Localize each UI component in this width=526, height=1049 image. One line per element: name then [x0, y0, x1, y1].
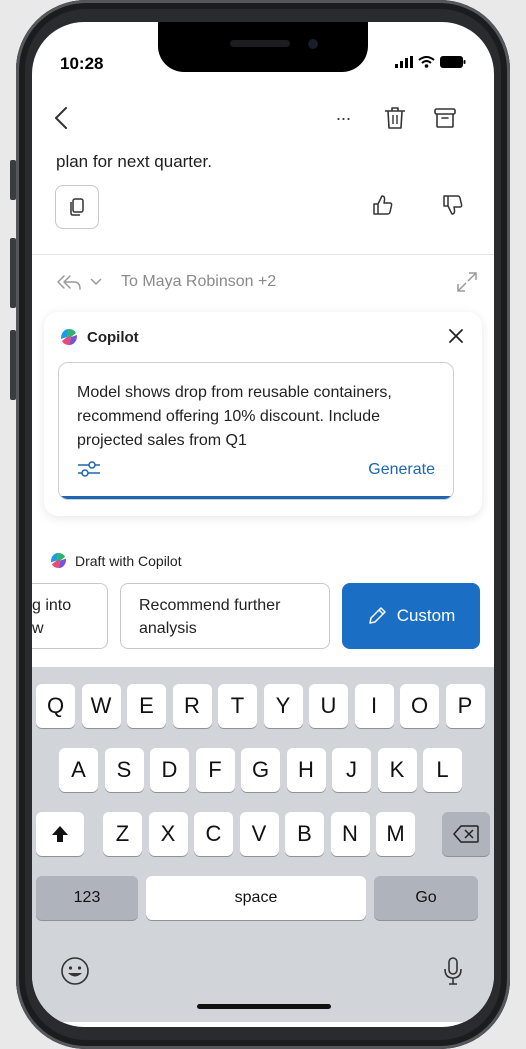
key-r[interactable]: R — [172, 684, 212, 728]
thumbs-down-icon — [443, 195, 463, 215]
wifi-icon — [418, 56, 435, 68]
toolbar: ··· — [32, 98, 494, 138]
keyboard: QWERTYUIOP ASDFGHJKL ZXCVBNM 123 space G… — [32, 667, 494, 1022]
key-t[interactable]: T — [218, 684, 257, 728]
shift-icon — [52, 826, 68, 842]
chevron-down-icon — [90, 278, 102, 286]
microphone-icon — [444, 957, 462, 985]
more-button[interactable]: ··· — [328, 98, 358, 138]
emoji-icon — [61, 957, 89, 985]
copilot-prompt-input[interactable]: Model shows drop from reusable container… — [58, 362, 454, 500]
expand-button[interactable] — [456, 271, 478, 298]
copilot-title: Copilot — [87, 328, 139, 346]
archive-icon — [434, 108, 456, 128]
signal-icon — [395, 56, 413, 68]
close-button[interactable] — [444, 324, 468, 348]
key-f[interactable]: F — [195, 748, 235, 792]
reply-all-icon — [57, 275, 81, 290]
generate-button[interactable]: Generate — [368, 461, 435, 479]
copilot-prompt-text[interactable]: Model shows drop from reusable container… — [77, 381, 447, 453]
chip-recommend-analysis[interactable]: Recommend further analysis — [120, 583, 330, 649]
key-m[interactable]: M — [376, 812, 415, 856]
key-q[interactable]: Q — [36, 684, 75, 728]
key-y[interactable]: Y — [263, 684, 303, 728]
chip-partial-line2: w — [32, 620, 44, 637]
archive-button[interactable] — [428, 98, 462, 138]
key-e[interactable]: E — [127, 684, 166, 728]
key-h[interactable]: H — [286, 748, 326, 792]
trash-icon — [385, 107, 405, 129]
key-v[interactable]: V — [239, 812, 279, 856]
key-j[interactable]: J — [332, 748, 371, 792]
key-p[interactable]: P — [445, 684, 485, 728]
key-z[interactable]: Z — [103, 812, 142, 856]
notch — [158, 22, 368, 72]
suggestion-chips: g into w Recommend further analysis Cust… — [32, 583, 494, 651]
delete-button[interactable] — [378, 98, 412, 138]
chip-partial-line1: g into — [32, 597, 72, 614]
key-l[interactable]: L — [423, 748, 462, 792]
key-o[interactable]: O — [400, 684, 439, 728]
key-g[interactable]: G — [241, 748, 280, 792]
numbers-key[interactable]: 123 — [36, 876, 138, 920]
backspace-icon — [453, 825, 479, 843]
chip-recommend-analysis-label: Recommend further analysis — [139, 597, 281, 637]
draft-header: Draft with Copilot — [50, 552, 182, 569]
thumbs-up-button[interactable] — [372, 194, 394, 221]
chevron-left-icon — [55, 107, 67, 129]
key-d[interactable]: D — [150, 748, 189, 792]
key-u[interactable]: U — [309, 684, 348, 728]
copilot-logo-icon — [61, 329, 77, 345]
go-key[interactable]: Go — [374, 876, 478, 920]
copy-button[interactable] — [55, 185, 99, 229]
status-time: 10:28 — [60, 54, 104, 73]
expand-icon — [457, 272, 477, 292]
more-label: ··· — [335, 107, 352, 128]
pencil-icon — [368, 607, 386, 624]
key-a[interactable]: A — [59, 748, 98, 792]
copilot-logo-icon — [50, 552, 67, 569]
shift-key[interactable] — [36, 812, 84, 856]
thumbs-up-icon — [373, 195, 393, 215]
key-s[interactable]: S — [104, 748, 144, 792]
key-b[interactable]: B — [285, 812, 324, 856]
key-x[interactable]: X — [148, 812, 188, 856]
copy-icon — [70, 198, 84, 216]
home-indicator — [197, 1004, 331, 1009]
volume-up-button — [10, 238, 16, 308]
thumbs-down-button[interactable] — [442, 194, 464, 221]
key-k[interactable]: K — [377, 748, 417, 792]
message-body-text: plan for next quarter. — [56, 152, 212, 171]
chip-partial[interactable]: g into w — [32, 583, 108, 649]
custom-button[interactable]: Custom — [342, 583, 480, 649]
side-button — [10, 160, 16, 200]
close-icon — [449, 329, 463, 343]
volume-down-button — [10, 330, 16, 400]
status-icons — [395, 56, 466, 68]
copilot-card: Copilot Model shows drop from reusable c… — [44, 312, 482, 516]
emoji-button[interactable] — [60, 956, 90, 991]
sliders-icon — [78, 461, 100, 477]
key-i[interactable]: I — [354, 684, 394, 728]
key-c[interactable]: C — [194, 812, 233, 856]
copilot-header: Copilot — [60, 328, 139, 346]
screen: 10:28 ··· plan for next quarter. To Maya… — [32, 22, 494, 1027]
draft-title: Draft with Copilot — [75, 552, 182, 569]
reply-header: To Maya Robinson +2 — [32, 269, 494, 299]
backspace-key[interactable] — [442, 812, 490, 856]
dictation-button[interactable] — [444, 956, 462, 991]
key-w[interactable]: W — [81, 684, 121, 728]
key-n[interactable]: N — [330, 812, 370, 856]
back-button[interactable] — [46, 98, 76, 138]
divider — [32, 254, 494, 255]
space-key[interactable]: space — [146, 876, 366, 920]
reply-all-button[interactable] — [56, 273, 102, 291]
prompt-progress-bar — [59, 496, 453, 499]
battery-icon — [440, 56, 466, 68]
speaker — [230, 40, 290, 47]
tune-button[interactable] — [77, 459, 101, 484]
custom-label: Custom — [396, 606, 456, 625]
camera — [308, 39, 318, 49]
reply-recipients[interactable]: To Maya Robinson +2 — [121, 273, 276, 291]
